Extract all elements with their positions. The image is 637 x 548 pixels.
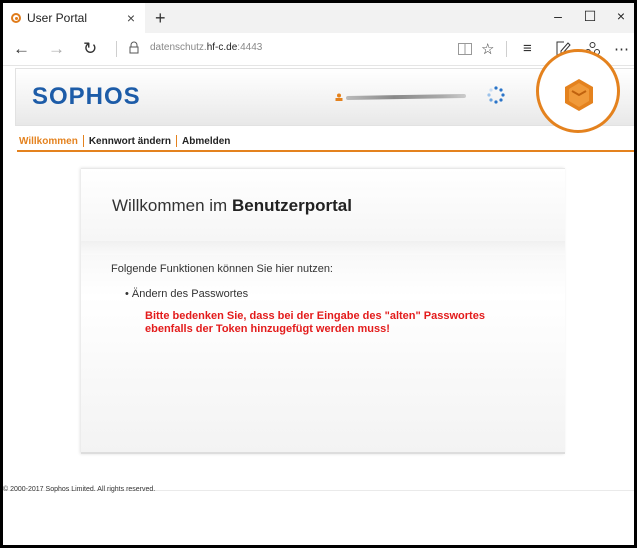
refresh-icon[interactable]: ↻: [83, 39, 97, 59]
forward-icon[interactable]: →: [48, 39, 65, 59]
back-icon[interactable]: ←: [13, 39, 30, 59]
warning-line-2: ebenfalls der Token hinzugefügt werden m…: [145, 323, 390, 335]
token-warning: Bitte bedenken Sie, dass bei der Eingabe…: [145, 310, 525, 336]
title-prefix: Willkommen im: [112, 196, 228, 215]
reading-view-icon[interactable]: [458, 43, 472, 55]
url-suffix: :4443: [237, 42, 263, 53]
warning-line-1: Bitte bedenken Sie, dass bei der Eingabe…: [145, 310, 485, 322]
nav-kennwort-aendern[interactable]: Kennwort ändern: [84, 136, 176, 147]
hub-icon[interactable]: ≡: [523, 40, 532, 57]
intro-text: Folgende Funktionen können Sie hier nutz…: [111, 263, 333, 275]
close-window-button[interactable]: ×: [606, 8, 634, 24]
url-prefix: datenschutz.: [150, 42, 207, 53]
tab-user-portal[interactable]: User Portal ×: [3, 3, 145, 33]
page-content: SOPHOS Willkommen Kennwort ändern Abmeld…: [3, 49, 634, 545]
loading-spinner-icon: [487, 86, 505, 104]
nav-abmelden[interactable]: Abmelden: [177, 136, 235, 147]
minimize-button[interactable]: –: [543, 8, 573, 24]
portal-nav: Willkommen Kennwort ändern Abmelden: [17, 132, 634, 152]
url-field[interactable]: datenschutz.hf-c.de:4443: [150, 42, 262, 53]
favorite-star-icon[interactable]: ☆: [481, 40, 494, 58]
welcome-panel: Willkommen im Benutzerportal Folgende Fu…: [81, 168, 565, 454]
panel-divider: [81, 241, 565, 255]
toolbar-separator: [116, 41, 117, 57]
toolbar-separator: [506, 41, 507, 57]
sophos-logo: SOPHOS: [32, 83, 141, 110]
copyright-text: © 2000-2017 Sophos Limited. All rights r…: [3, 486, 156, 493]
sophos-shield-icon: [565, 79, 593, 111]
more-icon[interactable]: ⋯: [614, 40, 629, 58]
portal-header: SOPHOS: [15, 49, 634, 133]
lock-icon: [129, 41, 139, 54]
new-tab-button[interactable]: +: [155, 8, 166, 29]
tab-close-icon[interactable]: ×: [127, 10, 135, 26]
user-icon: [335, 93, 343, 101]
tab-bar: User Portal × + – ☐ ×: [3, 3, 634, 33]
feature-list-item: • Ändern des Passwortes: [125, 288, 249, 300]
maximize-button[interactable]: ☐: [575, 8, 605, 25]
browser-window: User Portal × + – ☐ × ← → ↻ datenschutz.…: [3, 3, 634, 545]
url-host: hf-c.de: [206, 42, 238, 53]
title-bold: Benutzerportal: [231, 196, 352, 215]
sophos-favicon-icon: [11, 13, 21, 23]
nav-willkommen[interactable]: Willkommen: [17, 136, 83, 147]
address-bar: ← → ↻ datenschutz.hf-c.de:4443 ☆ ≡ ⋯: [3, 33, 634, 66]
page-title: Willkommen im Benutzerportal: [112, 196, 352, 216]
username-redacted: [345, 93, 467, 101]
tab-title: User Portal: [27, 11, 88, 25]
